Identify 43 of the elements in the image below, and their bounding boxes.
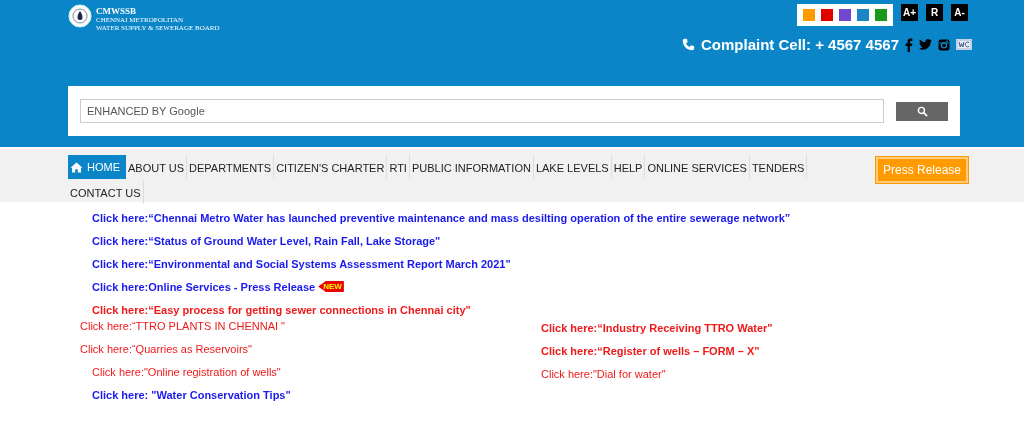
notice-link[interactable]: Click here:“Chennai Metro Water has launched preventive maintenance and mass desilting operation of the entire sewerage network” xyxy=(80,206,791,229)
nav-item[interactable]: ABOUT US xyxy=(126,155,188,179)
notice-link[interactable]: Click here:“Environmental and Social Systems Assessment Report March 2021" xyxy=(80,252,511,275)
search-icon xyxy=(916,105,928,117)
font-size-button[interactable]: R xyxy=(926,4,943,21)
nav-item[interactable]: TENDERS xyxy=(749,155,808,179)
theme-swatch[interactable] xyxy=(839,9,851,21)
logo-acronym: CMWSSB xyxy=(96,6,137,16)
notice-link[interactable]: Click here:"Dial for water" xyxy=(541,362,666,385)
nav-item[interactable]: DEPARTMENTS xyxy=(187,155,275,179)
notice-link[interactable]: Click here:“Status of Ground Water Level, Rain Fall, Lake Storage" xyxy=(80,229,441,252)
nav-item[interactable]: HOME xyxy=(68,155,126,179)
notice-link[interactable]: Click here:"Online registration of wells" xyxy=(80,360,281,383)
phone-icon xyxy=(682,38,695,51)
nav-item[interactable]: CONTACT US xyxy=(68,180,144,204)
nav-item[interactable]: HELP xyxy=(611,155,646,179)
search-field[interactable]: ENHANCED BY Google xyxy=(80,99,884,123)
nav-item[interactable]: CITIZEN'S CHARTER xyxy=(274,155,388,179)
font-size-button[interactable]: A- xyxy=(951,4,968,21)
emblem-icon xyxy=(68,4,92,28)
new-badge: NEW xyxy=(318,281,344,292)
instagram-icon[interactable] xyxy=(938,38,950,51)
facebook-icon[interactable] xyxy=(905,37,913,52)
notice-link[interactable]: Click here:“Quarries as Reservoirs" xyxy=(80,337,252,360)
notice-link[interactable]: Click here: "Water Conservation Tips" xyxy=(80,383,291,406)
font-size-button[interactable]: A+ xyxy=(901,4,918,21)
nav-item[interactable]: RTI xyxy=(387,155,410,179)
notice-link[interactable]: Click here:“Industry Receiving TTRO Water" xyxy=(541,316,773,339)
twitter-icon[interactable] xyxy=(919,39,932,50)
theme-swatch[interactable] xyxy=(875,9,887,21)
theme-swatch[interactable] xyxy=(857,9,869,21)
home-icon xyxy=(70,161,83,173)
search-button[interactable] xyxy=(896,101,948,121)
web-badge-icon[interactable] xyxy=(956,39,972,50)
nav-item[interactable]: ONLINE SERVICES xyxy=(645,155,750,179)
notice-link[interactable]: Click here:Online Services - Press Release xyxy=(80,275,316,298)
notice-link[interactable]: Click here:“Easy process for getting sewer connections in Chennai city" xyxy=(80,298,471,321)
nav-item[interactable]: PUBLIC INFORMATION xyxy=(409,155,534,179)
notice-link[interactable]: Click here:“Register of wells – FORM – X" xyxy=(541,339,760,362)
theme-swatch[interactable] xyxy=(821,9,833,21)
complaint-cell: Complaint Cell: + 4567 4567 xyxy=(701,36,899,53)
theme-swatch[interactable] xyxy=(803,9,815,21)
nav-item[interactable]: LAKE LEVELS xyxy=(533,155,612,179)
